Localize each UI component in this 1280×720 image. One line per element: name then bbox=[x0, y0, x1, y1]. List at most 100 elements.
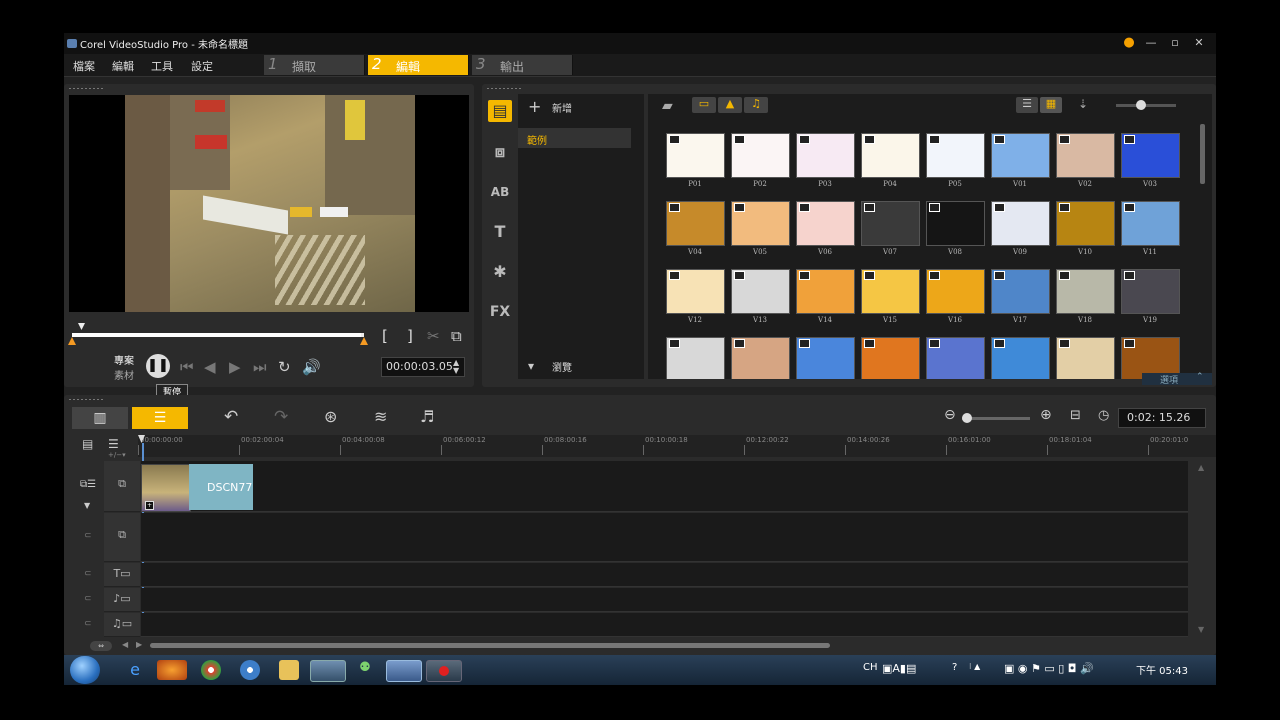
graphic-icon[interactable]: ✱ bbox=[488, 261, 512, 283]
enlarge-preview-icon[interactable]: ⧉ bbox=[451, 327, 462, 345]
library-thumbnail[interactable] bbox=[991, 269, 1050, 314]
title-track-header[interactable]: T▭ bbox=[104, 563, 140, 587]
pause-button[interactable]: ❚❚ bbox=[146, 354, 170, 378]
timecode-stepper-icon[interactable]: ▲ ▼ bbox=[453, 359, 459, 375]
tab-edit[interactable]: 2 編輯 bbox=[368, 55, 469, 75]
library-thumbnail[interactable] bbox=[926, 337, 985, 379]
notes-icon[interactable] bbox=[279, 660, 299, 680]
voice-track-header[interactable]: ♪▭ bbox=[104, 588, 140, 612]
menu-settings[interactable]: 設定 bbox=[191, 58, 213, 74]
videostudio-taskbar-icon[interactable] bbox=[386, 660, 422, 682]
browse-icon[interactable]: ▾ bbox=[528, 359, 534, 373]
panel-grip[interactable] bbox=[68, 398, 104, 401]
add-remove-track-icon[interactable]: +/−▾ bbox=[108, 451, 126, 459]
clip-expand-icon[interactable]: + bbox=[145, 501, 154, 510]
menu-file[interactable]: 檔案 bbox=[73, 58, 95, 74]
library-thumbnail[interactable] bbox=[731, 133, 790, 178]
trim-end-marker-icon[interactable] bbox=[360, 337, 368, 345]
volume-icon[interactable]: 🔊 bbox=[302, 358, 321, 376]
library-thumbnail[interactable] bbox=[861, 133, 920, 178]
browser-icon[interactable] bbox=[240, 660, 260, 680]
mode-project-label[interactable]: 專案 bbox=[114, 352, 134, 367]
trim-start-marker-icon[interactable] bbox=[68, 337, 76, 345]
tracks-scroll-up-icon[interactable]: ▲ bbox=[1198, 463, 1204, 472]
repeat-icon[interactable]: ↻ bbox=[278, 358, 291, 376]
library-thumbnail[interactable] bbox=[796, 201, 855, 246]
menu-edit[interactable]: 編輯 bbox=[112, 58, 134, 74]
ripple-dropdown-icon[interactable]: ▼ bbox=[84, 501, 90, 510]
library-thumbnail[interactable] bbox=[666, 133, 725, 178]
show-hidden-icons-icon[interactable]: ⁝ ▲ bbox=[969, 662, 980, 671]
library-thumbnail[interactable] bbox=[991, 133, 1050, 178]
ime-icons[interactable]: ▣A▮▤ bbox=[882, 662, 916, 675]
record-capture-icon[interactable]: ⊛ bbox=[324, 407, 337, 426]
video-track[interactable]: + DSCN77 bbox=[141, 461, 1188, 512]
add-folder-icon[interactable]: + bbox=[528, 97, 541, 116]
library-thumbnail[interactable] bbox=[861, 269, 920, 314]
voice-track[interactable] bbox=[141, 588, 1188, 612]
library-thumbnail[interactable] bbox=[991, 337, 1050, 379]
mark-in-icon[interactable]: [ bbox=[382, 327, 388, 345]
library-thumbnail[interactable] bbox=[1056, 269, 1115, 314]
mark-out-icon[interactable]: ] bbox=[407, 327, 413, 345]
library-thumbnail[interactable] bbox=[1121, 133, 1180, 178]
library-thumbnail[interactable] bbox=[926, 269, 985, 314]
library-thumbnail[interactable] bbox=[926, 133, 985, 178]
scroll-left-icon[interactable]: ◀ bbox=[122, 640, 128, 649]
firefox-icon[interactable] bbox=[157, 660, 187, 680]
library-thumbnail[interactable] bbox=[861, 337, 920, 379]
redo-icon[interactable]: ↷ bbox=[274, 407, 288, 427]
music-track[interactable] bbox=[141, 613, 1188, 637]
tab-capture[interactable]: 1 擷取 bbox=[264, 55, 365, 75]
zoom-slider[interactable] bbox=[962, 413, 1030, 423]
messenger-icon[interactable]: ⚉ bbox=[350, 660, 380, 680]
timeline-horizontal-scrollbar[interactable] bbox=[150, 643, 830, 648]
title-track[interactable] bbox=[141, 563, 1188, 587]
scrub-bar[interactable] bbox=[72, 333, 364, 337]
browse-label[interactable]: 瀏覽 bbox=[552, 359, 572, 374]
storyboard-view-icon[interactable]: ▥ bbox=[72, 407, 128, 429]
overlay-lock-icon[interactable]: ⊂ bbox=[84, 531, 92, 541]
sound-mixer-icon[interactable]: ≋ bbox=[374, 407, 387, 426]
library-thumbnail[interactable] bbox=[991, 201, 1050, 246]
next-frame-icon[interactable]: ▶ bbox=[229, 358, 241, 376]
library-thumbnail[interactable] bbox=[1056, 201, 1115, 246]
video-preview[interactable] bbox=[69, 95, 469, 312]
previous-frame-icon[interactable]: ◀ bbox=[204, 358, 216, 376]
zoom-slider-knob[interactable] bbox=[962, 413, 972, 423]
folder-item-samples[interactable]: 範例 bbox=[518, 128, 631, 148]
chapter-point-icon[interactable]: ☰ bbox=[108, 437, 119, 451]
add-folder-label[interactable]: 新增 bbox=[552, 100, 572, 115]
library-thumbnail[interactable] bbox=[666, 201, 725, 246]
title-lock-icon[interactable]: ⊂ bbox=[84, 569, 92, 579]
restore-button[interactable]: ▫ bbox=[1168, 36, 1182, 50]
help-icon[interactable]: ● bbox=[1122, 36, 1136, 50]
zoom-out-icon[interactable]: ⊖ bbox=[944, 407, 956, 423]
title-tab-icon[interactable]: AB bbox=[488, 181, 512, 203]
recorder-taskbar-icon[interactable] bbox=[426, 660, 462, 682]
library-thumbnail[interactable] bbox=[1056, 337, 1115, 379]
mode-clip-label[interactable]: 素材 bbox=[114, 367, 134, 382]
internet-explorer-icon[interactable]: e bbox=[120, 660, 150, 680]
explorer-icon[interactable] bbox=[310, 660, 346, 682]
library-thumbnail[interactable] bbox=[926, 201, 985, 246]
transition-icon[interactable]: ⧈ bbox=[488, 141, 512, 163]
auto-music-icon[interactable]: ♬ bbox=[420, 407, 434, 426]
library-thumbnail[interactable] bbox=[731, 269, 790, 314]
go-to-end-icon[interactable]: ⏭ bbox=[253, 358, 267, 376]
library-thumbnail[interactable] bbox=[1056, 133, 1115, 178]
voice-lock-icon[interactable]: ⊂ bbox=[84, 594, 92, 604]
system-tray-icons[interactable]: ▣ ◉ ⚑ ▭ ▯ ◘ 🔊 bbox=[1004, 662, 1094, 675]
panel-grip[interactable] bbox=[68, 87, 104, 90]
track-manager-icon[interactable]: ▤ bbox=[82, 437, 93, 451]
library-thumbnail[interactable] bbox=[1121, 201, 1180, 246]
library-thumbnail[interactable] bbox=[1121, 269, 1180, 314]
overlay-track-header[interactable]: ⧉ bbox=[104, 513, 140, 562]
tracks-scroll-down-icon[interactable]: ▼ bbox=[1198, 625, 1204, 634]
taskbar-clock[interactable]: 下午 05:43 bbox=[1136, 662, 1188, 677]
library-thumbnail[interactable] bbox=[796, 337, 855, 379]
menu-tools[interactable]: 工具 bbox=[151, 58, 173, 74]
language-indicator[interactable]: CH bbox=[863, 662, 878, 673]
ripple-edit-icon[interactable]: ⧉☰ bbox=[80, 479, 96, 490]
timecode-display[interactable]: 00:00:03.05 ▲ ▼ bbox=[381, 357, 465, 377]
